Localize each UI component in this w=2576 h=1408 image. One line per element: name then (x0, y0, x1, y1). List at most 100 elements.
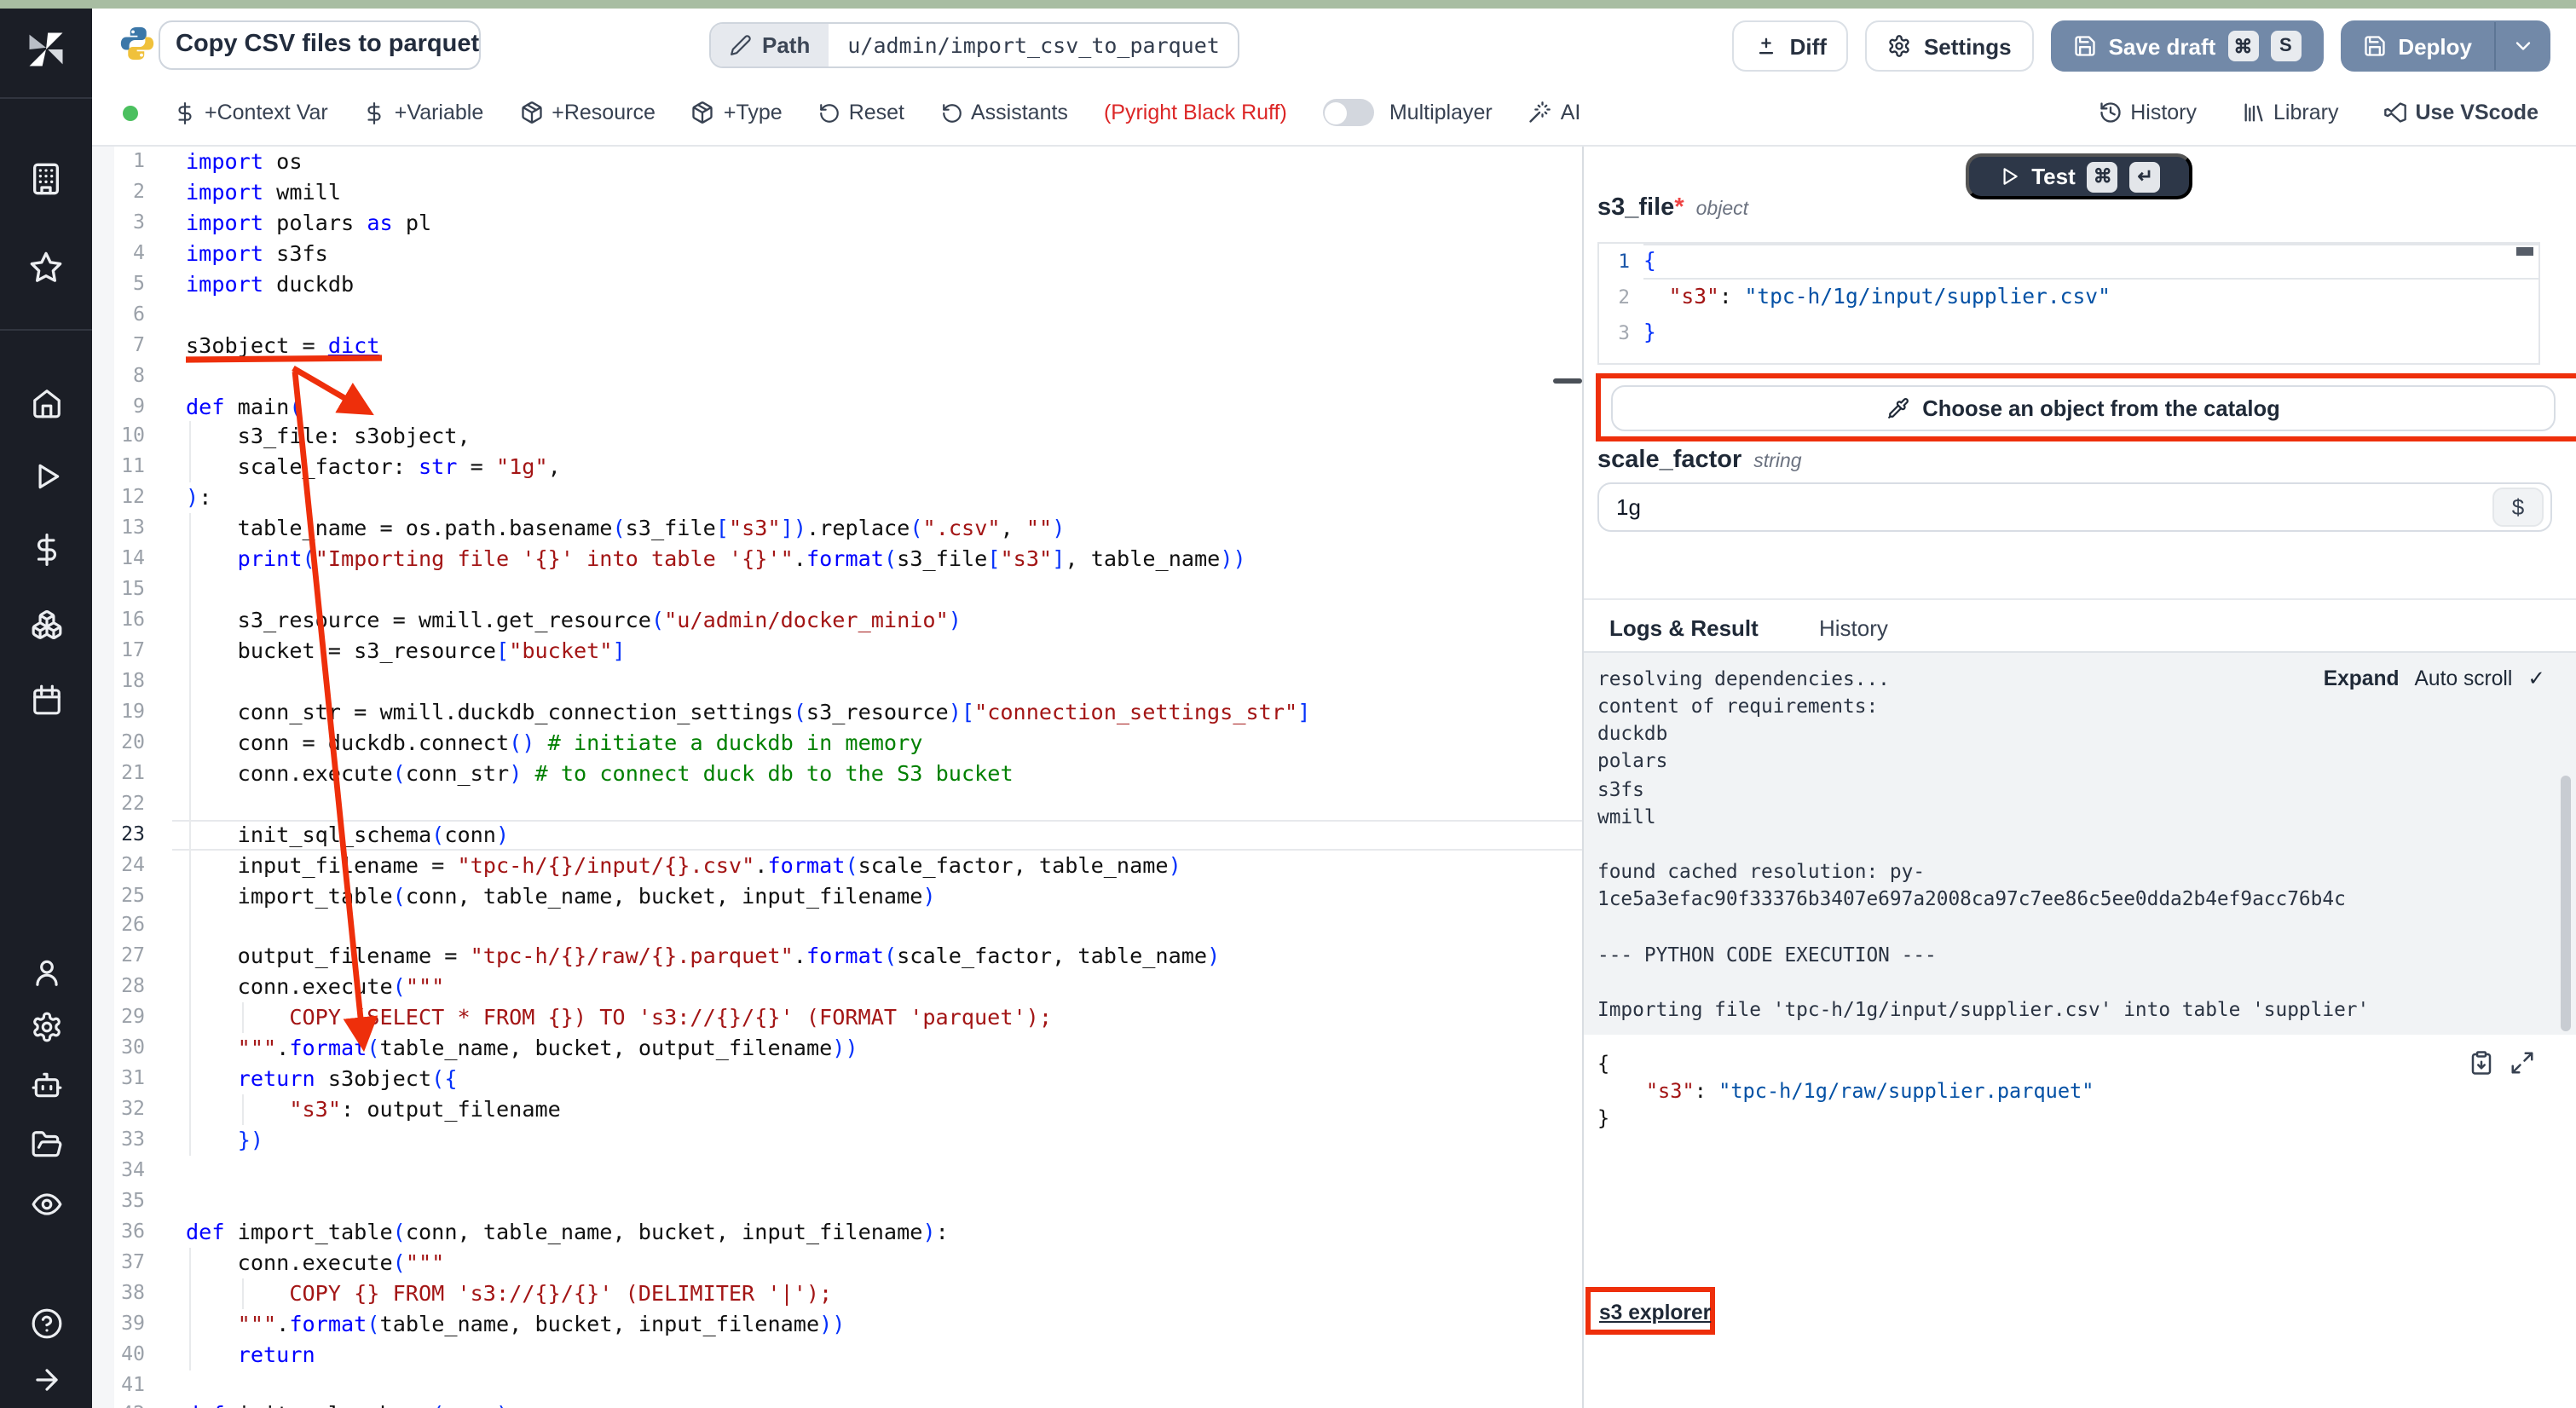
code-line[interactable]: 9def main( (92, 391, 1582, 422)
code-line[interactable]: 28 conn.execute(""" (92, 972, 1582, 1003)
code-line[interactable]: 4import s3fs (92, 239, 1582, 269)
code-line[interactable]: 2import wmill (92, 177, 1582, 208)
script-title-input[interactable]: Copy CSV files to parquet (159, 20, 481, 70)
code-line[interactable]: 8 (92, 361, 1582, 391)
panel-divider-handle[interactable] (1553, 378, 1582, 384)
users-icon[interactable] (0, 956, 92, 989)
deploy-button[interactable]: Deploy (2340, 20, 2550, 72)
code-line[interactable]: 25 import_table(conn, table_name, bucket… (92, 880, 1582, 911)
code-line[interactable]: 3import polars as pl (92, 208, 1582, 239)
code-line[interactable]: 36def import_table(conn, table_name, buc… (92, 1217, 1582, 1248)
json-line[interactable]: 3} (1599, 315, 2538, 351)
code-line[interactable]: 11 scale_factor: str = "1g", (92, 453, 1582, 483)
diff-button[interactable]: Diff (1732, 20, 1849, 72)
help-icon[interactable] (0, 1307, 92, 1340)
library-button[interactable]: Library (2241, 101, 2338, 124)
tab-logs-result[interactable]: Logs & Result (1609, 600, 1759, 655)
insert-variable-button[interactable]: $ (2492, 488, 2544, 527)
test-button[interactable]: Test ⌘ ↵ (1966, 153, 2192, 199)
code-line[interactable]: 6 (92, 299, 1582, 330)
folders-icon[interactable] (0, 1128, 92, 1161)
settings-button[interactable]: Settings (1866, 20, 2034, 72)
code-line[interactable]: 20 conn = duckdb.connect() # initiate a … (92, 728, 1582, 759)
code-line[interactable]: 1import os (92, 147, 1582, 177)
code-line[interactable]: 39 """.format(table_name, bucket, input_… (92, 1308, 1582, 1339)
resources-boxes-icon[interactable] (0, 609, 92, 641)
code-line[interactable]: 33 }) (92, 1125, 1582, 1156)
code-line[interactable]: 38 COPY {} FROM 's3://{}/{}' (DELIMITER … (92, 1278, 1582, 1308)
add-type-button[interactable]: +Type (691, 101, 783, 124)
code-line[interactable]: 34 (92, 1156, 1582, 1186)
logs-scrollbar-thumb[interactable] (2561, 776, 2571, 1031)
code-line[interactable]: 12): (92, 483, 1582, 514)
logs-pane[interactable]: resolving dependencies... content of req… (1584, 653, 2576, 1035)
autoscroll-label[interactable]: Auto scroll (2415, 666, 2513, 690)
add-variable-button[interactable]: +Variable (364, 101, 483, 124)
add-resource-button[interactable]: +Resource (519, 101, 656, 124)
code-line[interactable]: 32 "s3": output_filename (92, 1094, 1582, 1125)
json-line[interactable]: 2 "s3": "tpc-h/1g/input/supplier.csv" (1599, 280, 2538, 315)
scale-factor-input[interactable]: 1g (1597, 482, 2552, 532)
code-line[interactable]: 15 (92, 574, 1582, 605)
line-number: 13 (92, 514, 172, 545)
workspace-icon[interactable] (0, 162, 92, 196)
code-line[interactable]: 23 init_sql_schema(conn) (92, 819, 1582, 850)
settings-gear-icon[interactable] (0, 1011, 92, 1043)
code-line[interactable]: 22 (92, 788, 1582, 819)
reset-button[interactable]: Reset (818, 101, 904, 124)
expand-logs-button[interactable]: Expand (2324, 666, 2400, 690)
code-line[interactable]: 24 input_filename = "tpc-h/{}/input/{}.c… (92, 850, 1582, 880)
s3-explorer-link[interactable]: s3 explorer (1599, 1301, 1711, 1324)
code-line[interactable]: 27 output_filename = "tpc-h/{}/raw/{}.pa… (92, 942, 1582, 972)
expand-sidebar-arrow-icon[interactable] (0, 1364, 92, 1396)
code-line[interactable]: 14 print("Importing file '{}' into table… (92, 544, 1582, 574)
play-icon (1997, 165, 2019, 188)
chevron-down-icon[interactable] (2511, 34, 2535, 58)
code-line[interactable]: 5import duckdb (92, 269, 1582, 300)
ai-button[interactable]: AI (1528, 101, 1581, 124)
code-line[interactable]: 13 table_name = os.path.basename(s3_file… (92, 514, 1582, 545)
code-editor[interactable]: 1import os2import wmill3import polars as… (92, 147, 1582, 1408)
toggle-off[interactable] (1323, 99, 1374, 126)
code-line[interactable]: 26 (92, 911, 1582, 942)
code-line[interactable]: 16 s3_resource = wmill.get_resource("u/a… (92, 605, 1582, 636)
path-edit-segment[interactable]: Path (711, 24, 829, 66)
use-vscode-button[interactable]: Use VScode (2383, 101, 2538, 124)
windmill-logo-icon[interactable] (0, 27, 92, 72)
code-line[interactable]: 30 """.format(table_name, bucket, output… (92, 1033, 1582, 1064)
code-line[interactable]: 42def init_sql_schema(conn): (92, 1400, 1582, 1408)
code-line[interactable]: 19 conn_str = wmill.duckdb_connection_se… (92, 697, 1582, 728)
path-control[interactable]: Path u/admin/import_csv_to_parquet (709, 22, 1240, 68)
json-line[interactable]: 1{ (1599, 244, 2538, 280)
tab-history[interactable]: History (1819, 600, 1888, 655)
expand-result-icon[interactable] (2510, 1050, 2535, 1076)
audit-eye-icon[interactable] (0, 1188, 92, 1220)
add-context-var-button[interactable]: +Context Var (174, 101, 328, 124)
schedules-calendar-icon[interactable] (0, 684, 92, 716)
runs-play-icon[interactable] (0, 460, 92, 493)
code-line[interactable]: 10 s3_file: s3object, (92, 422, 1582, 453)
code-line[interactable]: 37 conn.execute(""" (92, 1248, 1582, 1278)
code-line[interactable]: 21 conn.execute(conn_str) # to connect d… (92, 759, 1582, 789)
code-line[interactable]: 41 (92, 1370, 1582, 1400)
multiplayer-toggle[interactable]: Multiplayer (1323, 99, 1493, 126)
code-line[interactable]: 17 bucket = s3_resource["bucket"] (92, 636, 1582, 666)
variables-dollar-icon[interactable] (0, 534, 92, 566)
code-line[interactable]: 18 (92, 666, 1582, 697)
line-number: 1 (92, 147, 172, 177)
favorites-star-icon[interactable] (0, 251, 92, 285)
code-line[interactable]: 31 return s3object({ (92, 1064, 1582, 1094)
history-button[interactable]: History (2098, 101, 2197, 124)
save-draft-button[interactable]: Save draft ⌘ S (2051, 20, 2324, 72)
code-line[interactable]: 40 return (92, 1339, 1582, 1370)
code-line[interactable]: 35 (92, 1186, 1582, 1217)
line-number: 11 (92, 453, 172, 483)
home-icon[interactable] (0, 387, 92, 419)
assistants-button[interactable]: Assistants (940, 101, 1068, 124)
s3-file-json-editor[interactable]: 1{2 "s3": "tpc-h/1g/input/supplier.csv"3… (1597, 242, 2540, 365)
lint-assistants-status[interactable]: (Pyright Black Ruff) (1104, 101, 1287, 124)
workers-bot-icon[interactable] (0, 1069, 92, 1101)
copy-to-clipboard-icon[interactable] (2469, 1050, 2494, 1076)
code-line[interactable]: 29 COPY (SELECT * FROM {}) TO 's3://{}/{… (92, 1003, 1582, 1034)
code-line[interactable]: 7s3object = dict (92, 330, 1582, 361)
